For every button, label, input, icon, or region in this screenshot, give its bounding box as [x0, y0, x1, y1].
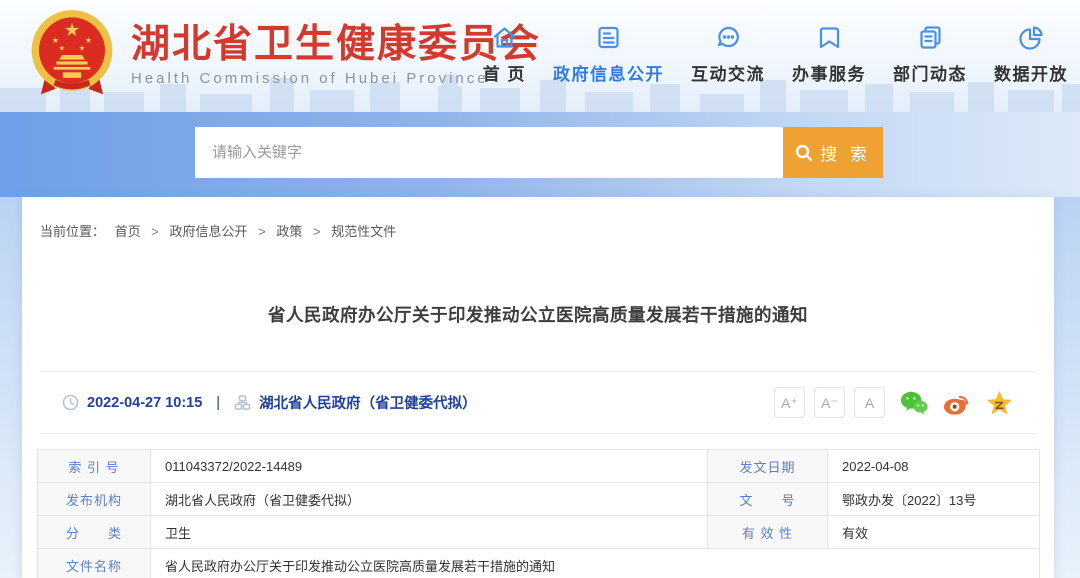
nav-label: 互动交流: [691, 60, 765, 85]
validity-label: 有 效 性: [708, 516, 828, 549]
search-input[interactable]: [195, 127, 783, 178]
weibo-share-icon[interactable]: [943, 390, 971, 416]
search-button-label: 搜 索: [820, 140, 871, 165]
breadcrumb: 当前位置： 首页 > 政府信息公开 > 政策 > 规范性文件: [22, 197, 1054, 240]
breadcrumb-item-home[interactable]: 首页: [115, 224, 141, 239]
pie-chart-icon: [1018, 24, 1045, 51]
wechat-share-icon[interactable]: [900, 390, 928, 416]
home-icon: [491, 24, 518, 51]
bookmark-icon: [816, 24, 843, 51]
qzone-share-icon[interactable]: [986, 390, 1014, 416]
nav-label: 部门动态: [893, 60, 967, 85]
nav-item-interaction[interactable]: 互动交流: [691, 24, 765, 85]
doc-number-value: 鄂政办发〔2022〕13号: [828, 483, 1040, 516]
nav-item-home[interactable]: 首 页: [483, 24, 526, 85]
nav-item-info-disclosure[interactable]: 政府信息公开: [553, 24, 664, 85]
index-number-label: 索 引 号: [38, 450, 151, 483]
issue-date-value: 2022-04-08: [828, 450, 1040, 483]
nav-item-open-data[interactable]: 数据开放: [994, 24, 1068, 85]
doc-name-value: 省人民政府办公厅关于印发推动公立医院高质量发展若干措施的通知: [151, 549, 1040, 578]
article-source: 湖北省人民政府（省卫健委代拟）: [259, 392, 477, 413]
article-meta: 2022-04-27 10:15 | 湖北省人民政府（省卫健委代拟）: [62, 392, 477, 413]
chat-icon: [715, 24, 742, 51]
svg-text:★: ★: [59, 43, 66, 52]
svg-text:★: ★: [64, 19, 80, 40]
breadcrumb-item-info-disclosure[interactable]: 政府信息公开: [170, 224, 248, 239]
doc-number-label: 文 号: [708, 483, 828, 516]
nav-item-services[interactable]: 办事服务: [792, 24, 866, 85]
nav-label: 数据开放: [994, 60, 1068, 85]
nav-label: 首 页: [483, 60, 526, 85]
content-panel: 当前位置： 首页 > 政府信息公开 > 政策 > 规范性文件 省人民政府办公厅关…: [22, 197, 1054, 578]
info-disclosure-icon: [595, 24, 622, 51]
index-number-value: 011043372/2022-14489: [151, 450, 708, 483]
issuing-agency-value: 湖北省人民政府（省卫健委代拟）: [151, 483, 708, 516]
table-row: 文件名称 省人民政府办公厅关于印发推动公立医院高质量发展若干措施的通知: [38, 549, 1040, 578]
validity-value: 有效: [828, 516, 1040, 549]
page-title: 省人民政府办公厅关于印发推动公立医院高质量发展若干措施的通知: [82, 302, 994, 327]
breadcrumb-item-normative-docs[interactable]: 规范性文件: [331, 224, 396, 239]
site-header: ★ ★ ★ ★ ★ 湖北省卫生健康委员会 Health Commission o…: [0, 0, 1080, 112]
font-increase-button[interactable]: A⁺: [774, 387, 805, 418]
doc-info-table: 索 引 号 011043372/2022-14489 发文日期 2022-04-…: [37, 449, 1040, 578]
category-value: 卫生: [151, 516, 708, 549]
search-band: 搜 索: [0, 112, 1080, 197]
meta-separator: |: [216, 395, 220, 411]
issuing-agency-label: 发布机构: [38, 483, 151, 516]
national-emblem-logo: ★ ★ ★ ★ ★: [28, 8, 116, 102]
sitemap-icon: [234, 394, 251, 411]
svg-text:★: ★: [79, 43, 86, 52]
documents-icon: [917, 24, 944, 51]
nav-label: 政府信息公开: [553, 60, 664, 85]
breadcrumb-separator: >: [313, 224, 321, 239]
table-row: 索 引 号 011043372/2022-14489 发文日期 2022-04-…: [38, 450, 1040, 483]
clock-icon: [62, 394, 79, 411]
svg-text:★: ★: [85, 36, 92, 45]
article-tools: A⁺ A⁻ A: [765, 387, 1014, 418]
breadcrumb-separator: >: [151, 224, 159, 239]
breadcrumb-prefix: 当前位置：: [40, 224, 105, 239]
search-icon: [795, 144, 813, 162]
breadcrumb-item-policy[interactable]: 政策: [276, 224, 302, 239]
issue-date-label: 发文日期: [708, 450, 828, 483]
article-meta-row: 2022-04-27 10:15 | 湖北省人民政府（省卫健委代拟） A⁺ A⁻…: [40, 371, 1036, 434]
publish-time: 2022-04-27 10:15: [87, 395, 202, 411]
doc-name-label: 文件名称: [38, 549, 151, 578]
font-reset-button[interactable]: A: [854, 387, 885, 418]
breadcrumb-separator: >: [258, 224, 266, 239]
search-bar: 搜 索: [195, 127, 883, 178]
nav-item-department-news[interactable]: 部门动态: [893, 24, 967, 85]
nav-label: 办事服务: [792, 60, 866, 85]
table-row: 分 类 卫生 有 效 性 有效: [38, 516, 1040, 549]
search-button[interactable]: 搜 索: [783, 127, 883, 178]
main-nav: 首 页 政府信息公开 互动交流 办事服务 部门动态: [456, 24, 1068, 85]
font-decrease-button[interactable]: A⁻: [814, 387, 845, 418]
category-label: 分 类: [38, 516, 151, 549]
table-row: 发布机构 湖北省人民政府（省卫健委代拟） 文 号 鄂政办发〔2022〕13号: [38, 483, 1040, 516]
